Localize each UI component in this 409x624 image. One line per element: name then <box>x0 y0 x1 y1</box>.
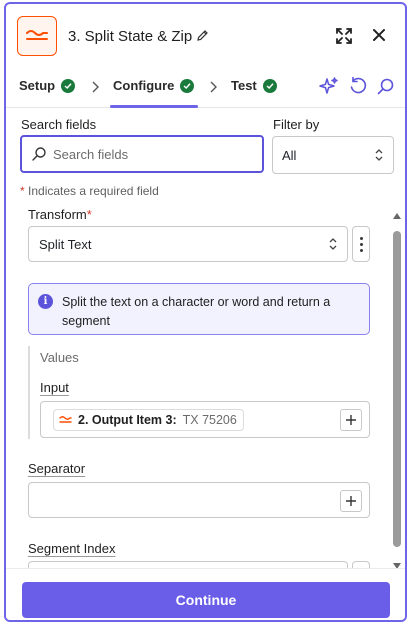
ai-sparkle-icon[interactable] <box>319 76 339 101</box>
tab-test[interactable]: Test <box>231 78 277 93</box>
pill-step-label: 2. Output Item 3: <box>78 413 177 427</box>
insert-data-button[interactable] <box>340 490 362 512</box>
plus-icon <box>346 415 356 425</box>
scrollbar[interactable] <box>392 204 402 569</box>
transform-label: Transform* <box>28 207 92 222</box>
tab-label: Configure <box>113 78 175 93</box>
search-fields-label: Search fields <box>21 117 97 132</box>
segment-index-more-options-button[interactable] <box>352 561 370 568</box>
filter-selected-value: All <box>282 147 297 163</box>
step-tabs: Setup Configure Test <box>6 68 405 108</box>
mapped-field-pill[interactable]: 2. Output Item 3: TX 75206 <box>53 409 244 431</box>
tab-setup[interactable]: Setup <box>19 78 76 93</box>
required-asterisk: * <box>20 184 25 198</box>
chevron-up-down-icon <box>374 148 384 165</box>
check-icon <box>61 78 76 93</box>
chevron-right-icon <box>209 80 217 98</box>
continue-button[interactable]: Continue <box>22 582 390 618</box>
search-fields-input[interactable] <box>53 146 253 162</box>
values-section-bar <box>28 346 30 439</box>
separator-label: Separator <box>28 461 86 476</box>
required-asterisk: * <box>86 207 92 222</box>
values-section-label: Values <box>40 350 79 365</box>
transform-info-box: i Split the text on a character or word … <box>28 283 370 335</box>
formatter-icon <box>59 416 72 423</box>
close-icon[interactable] <box>372 28 386 47</box>
pencil-icon[interactable] <box>196 29 209 47</box>
form-scroll-area: Transform* Split Text i Split the text o… <box>6 202 405 568</box>
scroll-up-arrow-icon[interactable] <box>393 206 401 224</box>
transform-label-text: Transform <box>28 207 87 222</box>
input-field[interactable]: 2. Output Item 3: TX 75206 <box>40 401 370 438</box>
tab-label: Test <box>231 78 257 93</box>
step-editor-panel: 3. Split State & Zip Setup Configure Tes… <box>4 2 407 622</box>
filter-select[interactable]: All <box>272 136 394 174</box>
tab-configure[interactable]: Configure <box>113 78 195 93</box>
segment-index-select[interactable] <box>28 561 348 568</box>
segment-index-label: Segment Index <box>28 541 116 556</box>
chevron-up-down-icon <box>328 237 338 254</box>
insert-data-button[interactable] <box>340 409 362 431</box>
separator-input[interactable] <box>28 482 370 518</box>
info-icon: i <box>38 294 53 309</box>
transform-select[interactable]: Split Text <box>28 226 348 262</box>
search-field-wrapper <box>20 135 264 173</box>
pill-value: TX 75206 <box>182 413 237 427</box>
expand-icon[interactable] <box>335 27 353 50</box>
check-icon <box>262 78 277 93</box>
panel-header: 3. Split State & Zip <box>6 4 405 68</box>
search-icon[interactable] <box>376 76 396 101</box>
step-title[interactable]: 3. Split State & Zip <box>68 28 192 45</box>
undo-icon[interactable] <box>348 76 368 101</box>
info-text: Split the text on a character or word an… <box>62 295 331 328</box>
required-field-note: * Indicates a required field <box>20 184 159 198</box>
required-note-text: Indicates a required field <box>28 184 159 198</box>
transform-selected-value: Split Text <box>39 236 92 252</box>
filter-by-label: Filter by <box>273 117 320 132</box>
plus-icon <box>346 496 356 506</box>
tab-label: Setup <box>19 78 56 93</box>
active-tab-indicator <box>110 105 198 108</box>
panel-footer: Continue <box>6 568 405 620</box>
formatter-icon <box>17 16 57 56</box>
check-icon <box>180 78 195 93</box>
scrollbar-thumb[interactable] <box>393 231 401 547</box>
input-label: Input <box>40 380 69 395</box>
chevron-right-icon <box>91 80 99 98</box>
search-icon <box>31 146 47 162</box>
transform-more-options-button[interactable] <box>352 226 370 262</box>
